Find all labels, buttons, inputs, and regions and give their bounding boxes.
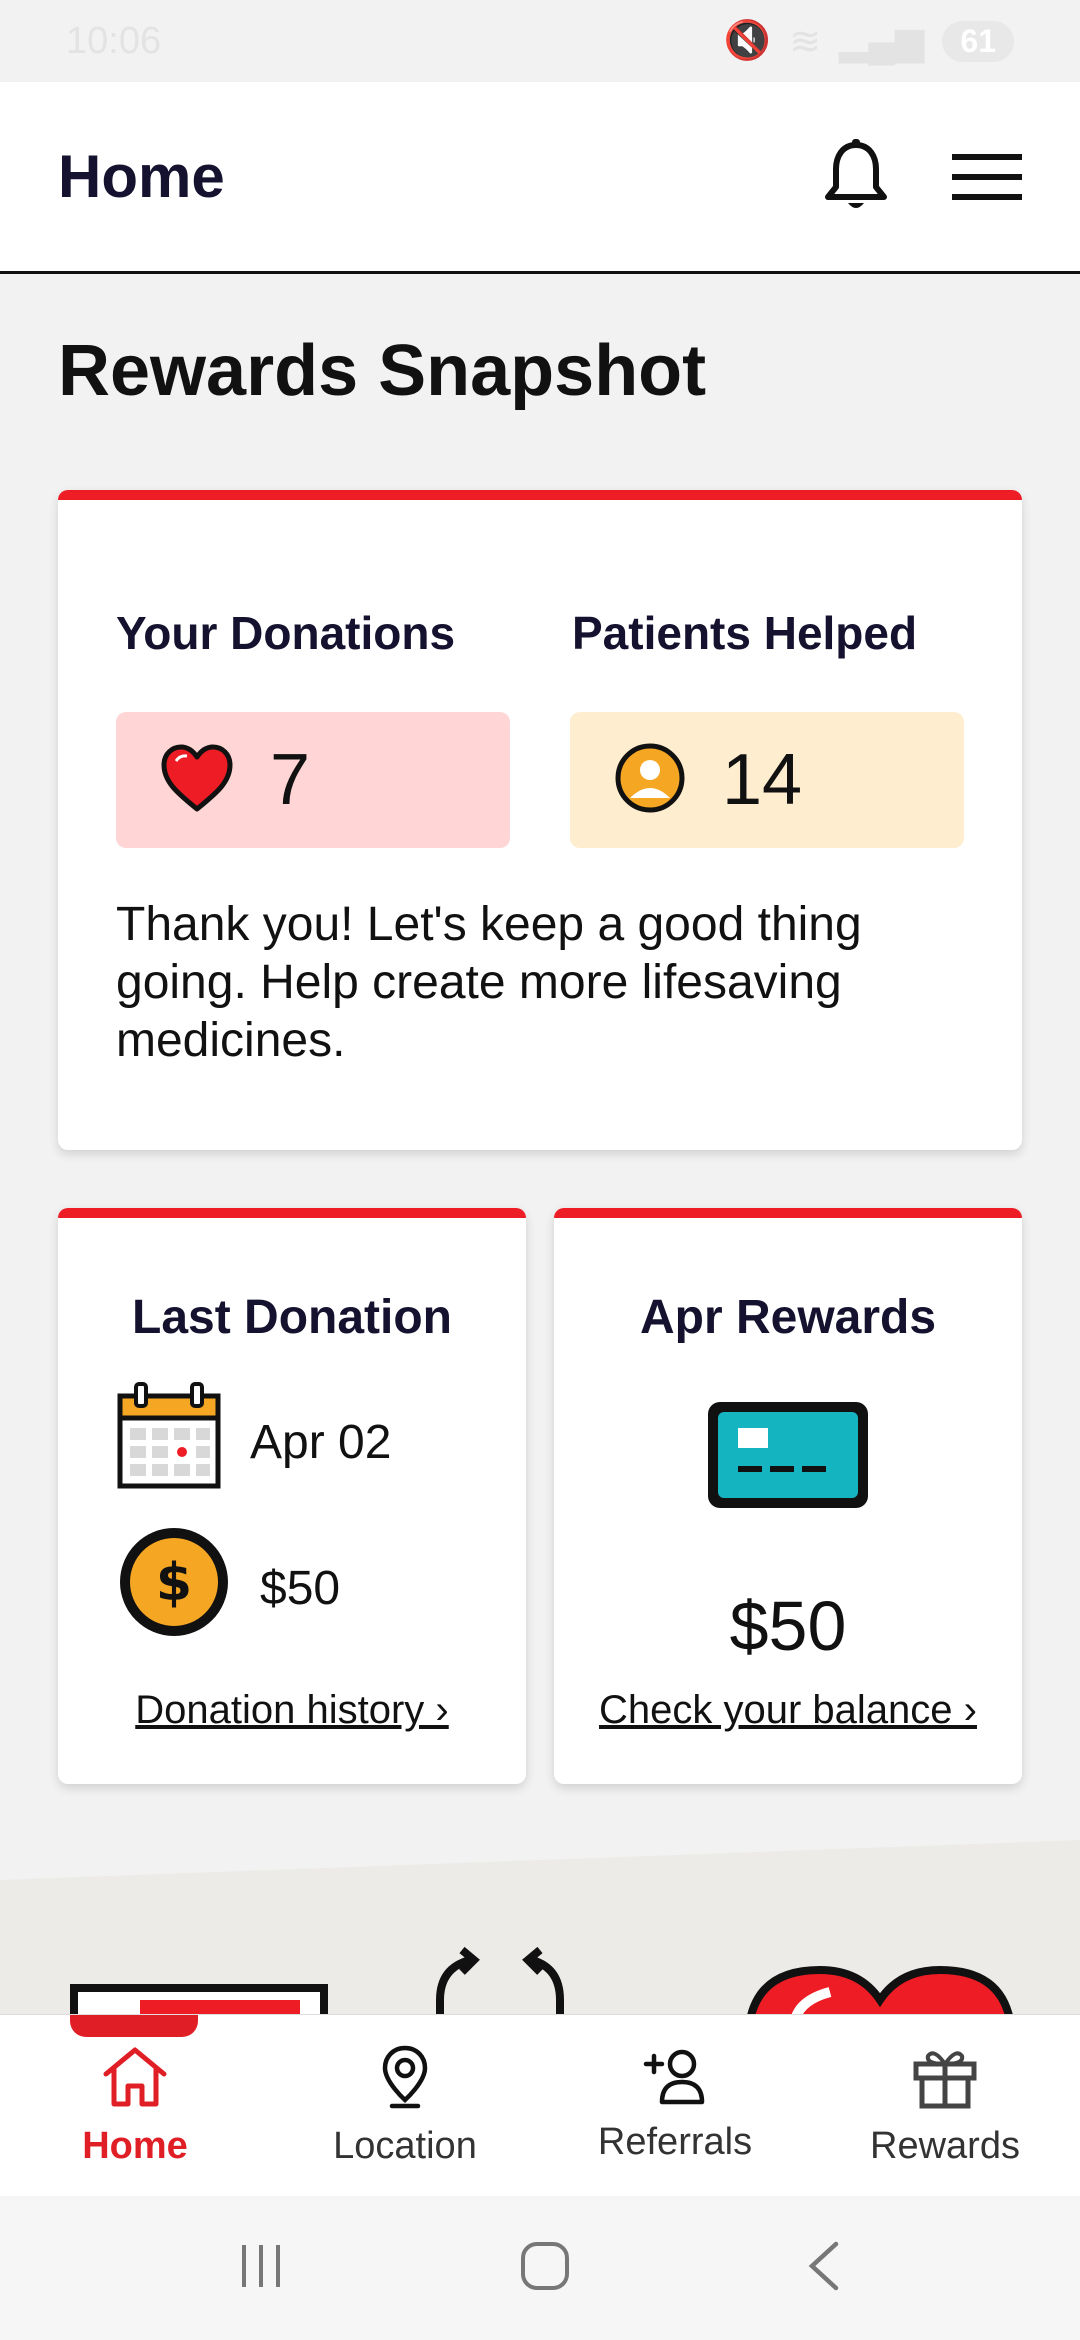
battery-indicator: 61 [942, 20, 1014, 62]
home-icon [100, 2044, 170, 2115]
patients-helped-count: 14 [722, 740, 803, 820]
last-donation-amount: $50 [260, 1561, 341, 1615]
status-bar: 10:06 🔇 ≋ ▂▄▆ 61 [0, 0, 1080, 82]
svg-text:$: $ [156, 1553, 192, 1613]
location-pin-icon [380, 2044, 430, 2115]
heart-illustration-icon [745, 1965, 1015, 2020]
notifications-bell-icon[interactable] [824, 138, 888, 215]
last-donation-date-row: Apr 02 [116, 1382, 391, 1502]
last-donation-amount-row: $ $50 [116, 1524, 340, 1652]
status-icons: 🔇 ≋ ▂▄▆ 61 [724, 19, 1014, 64]
reward-amount: $50 [729, 1587, 847, 1665]
patients-helped-label: Patients Helped [572, 607, 918, 659]
back-icon[interactable] [804, 2240, 844, 2297]
gift-icon [912, 2044, 978, 2115]
nav-label-location: Location [333, 2124, 477, 2167]
apr-rewards-title: Apr Rewards [639, 1291, 937, 1344]
nav-item-rewards[interactable]: Rewards [810, 2015, 1080, 2196]
hamburger-menu-icon[interactable] [952, 152, 1022, 202]
nav-label-home: Home [82, 2124, 188, 2167]
calendar-icon [116, 1382, 222, 1502]
dollar-coin-icon: $ [116, 1524, 232, 1652]
active-tab-indicator [70, 2015, 198, 2037]
header-actions [824, 138, 1022, 215]
home-button-icon[interactable] [519, 2240, 571, 2297]
nav-label-rewards: Rewards [870, 2124, 1020, 2167]
nav-label-referrals: Referrals [597, 2120, 753, 2163]
rewards-snapshot-card: Your Donations Patients Helped 7 14 Than… [58, 490, 1022, 1150]
mute-icon: 🔇 [723, 20, 772, 62]
last-donation-date: Apr 02 [250, 1415, 392, 1469]
donations-count: 7 [270, 740, 311, 820]
nav-item-location[interactable]: Location [270, 2015, 540, 2196]
heart-icon [160, 743, 234, 818]
add-person-icon [642, 2048, 708, 2111]
status-time: 10:06 [66, 19, 162, 62]
system-nav-bar [0, 2196, 1080, 2340]
patients-helped-box: 14 [570, 712, 964, 848]
refresh-arrows-illustration-icon [436, 1946, 564, 2020]
donations-label: Your Donations [116, 607, 456, 659]
nav-item-referrals[interactable]: Referrals [540, 2015, 810, 2196]
page-title: Rewards Snapshot [58, 331, 707, 411]
thank-you-message: Thank you! Let's keep a good thing going… [116, 898, 862, 1067]
bottom-nav: Home Location Referrals Rewards [0, 2014, 1080, 2196]
donations-count-box: 7 [116, 712, 510, 848]
check-balance-link[interactable]: Check your balance › [554, 1688, 1022, 1733]
last-donation-card: Last Donation Apr 02 $ $50 Donation hist… [58, 1208, 526, 1784]
promo-illustrations [0, 1940, 1080, 2020]
person-avatar-icon [614, 742, 686, 819]
donation-history-link[interactable]: Donation history › [58, 1688, 526, 1733]
header-title: Home [58, 143, 225, 210]
last-donation-title: Last Donation [132, 1291, 452, 1344]
recent-apps-icon[interactable] [236, 2241, 286, 2296]
wifi-icon: ≋ [789, 20, 822, 63]
app-header: Home [0, 82, 1080, 274]
nav-item-home[interactable]: Home [0, 2015, 270, 2196]
apr-rewards-card: Apr Rewards $50 Check your balance › [554, 1208, 1022, 1784]
gift-card-icon [704, 1398, 872, 1517]
signal-icon: ▂▄▆ [839, 20, 925, 63]
